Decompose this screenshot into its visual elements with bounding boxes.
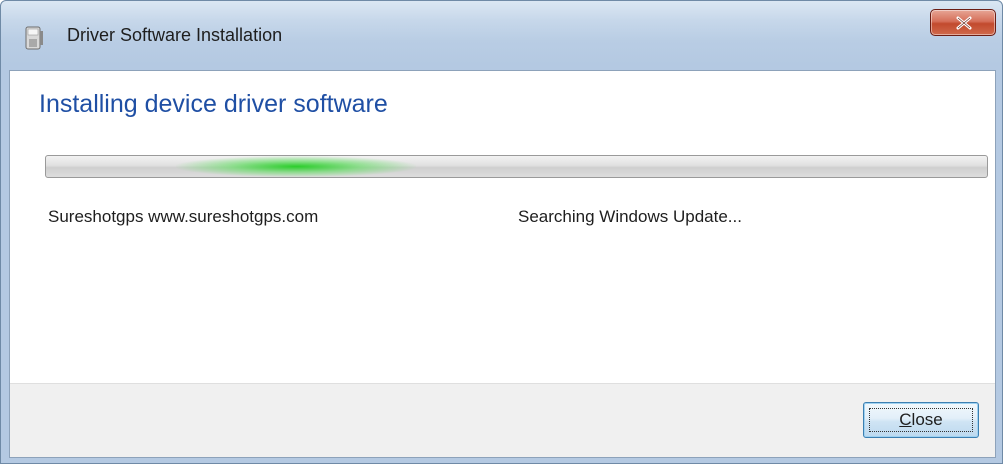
progress-bar	[45, 155, 988, 178]
progress-marquee	[176, 156, 416, 177]
window-close-button[interactable]	[930, 9, 996, 36]
close-x-icon	[956, 16, 972, 30]
dialog-footer	[10, 383, 995, 457]
main-instruction-heading: Installing device driver software	[39, 90, 388, 118]
title-bar[interactable]: Driver Software Installation	[1, 1, 1002, 76]
window-title: Driver Software Installation	[67, 25, 283, 45]
device-name-label: Sureshotgps www.sureshotgps.com	[48, 207, 319, 226]
close-button-label: Close	[899, 410, 943, 429]
dialog-window: Driver Software Installation Installing …	[0, 0, 1003, 464]
close-button[interactable]: Close	[863, 402, 979, 438]
usb-drive-icon	[23, 25, 45, 51]
install-status-label: Searching Windows Update...	[518, 207, 742, 226]
dialog-content: Installing device driver software Suresh…	[9, 70, 996, 458]
